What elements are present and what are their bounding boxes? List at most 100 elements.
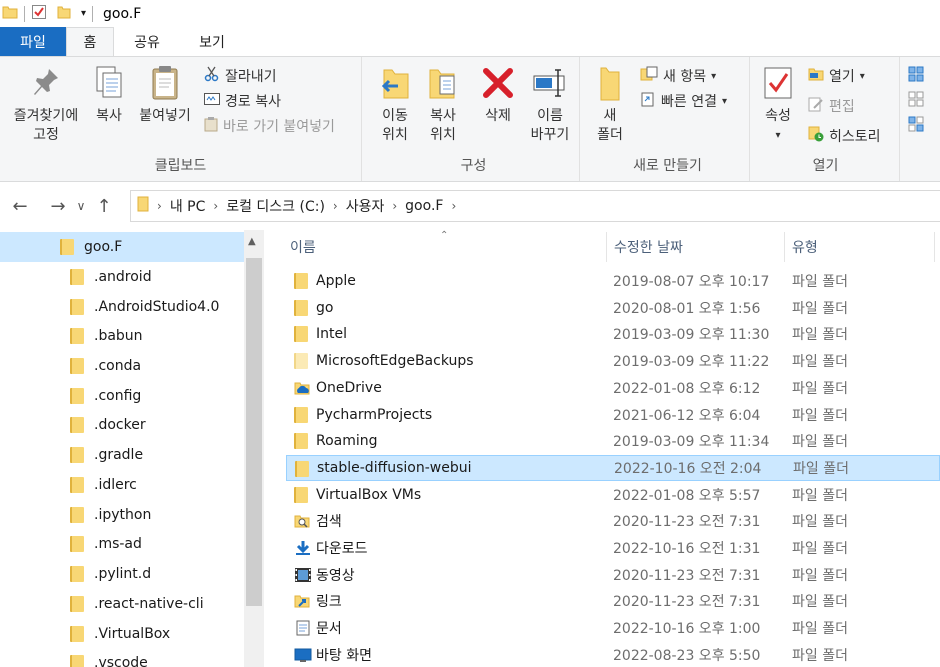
- properties-button[interactable]: 속성 ▾: [758, 63, 798, 145]
- tab-view[interactable]: 보기: [180, 27, 244, 56]
- table-row-selected[interactable]: stable-diffusion-webui 2022-10-16 오전 2:0…: [286, 455, 940, 481]
- copy-label: 복사: [96, 108, 122, 124]
- nav-item-ipython[interactable]: .ipython: [0, 500, 244, 530]
- forward-arrow-icon[interactable]: →: [44, 196, 72, 217]
- copy-path-button[interactable]: 경로 복사: [204, 90, 281, 112]
- copy-to-button[interactable]: 복사 위치: [420, 63, 466, 145]
- table-row[interactable]: VirtualBox VMs 2022-01-08 오후 5:57 파일 폴더: [286, 482, 940, 508]
- new-folder-icon[interactable]: [57, 4, 71, 24]
- customize-quick-access-icon[interactable]: ▾: [81, 8, 86, 19]
- breadcrumb-separator-icon[interactable]: ›: [213, 199, 218, 213]
- properties-check-icon[interactable]: [31, 4, 47, 24]
- table-row[interactable]: PycharmProjects 2021-06-12 오후 6:04 파일 폴더: [286, 402, 940, 428]
- column-divider[interactable]: [606, 232, 607, 262]
- copy-button[interactable]: 복사: [88, 63, 130, 126]
- nav-item-gradle[interactable]: .gradle: [0, 440, 244, 470]
- history-button[interactable]: 히스토리: [808, 125, 881, 147]
- select-all-button[interactable]: [908, 65, 924, 87]
- nav-item-react-native-cli[interactable]: .react-native-cli: [0, 589, 244, 619]
- table-row[interactable]: 링크 2020-11-23 오전 7:31 파일 폴더: [286, 588, 940, 614]
- folder-icon: [70, 536, 84, 552]
- breadcrumb-separator-icon[interactable]: ›: [451, 199, 456, 213]
- new-item-button[interactable]: 새 항목 ▾: [640, 65, 716, 87]
- breadcrumb-separator-icon[interactable]: ›: [333, 199, 338, 213]
- up-arrow-icon[interactable]: ↑: [90, 196, 118, 217]
- new-folder-large-icon: [592, 63, 628, 103]
- table-row[interactable]: MicrosoftEdgeBackups 2019-03-09 오후 11:22…: [286, 348, 940, 374]
- row-date: 2019-03-09 오후 11:34: [613, 434, 770, 450]
- table-row[interactable]: 다운로드 2022-10-16 오전 1:31 파일 폴더: [286, 535, 940, 561]
- copy-to-icon: [425, 63, 461, 103]
- open-button[interactable]: 열기 ▾: [808, 65, 865, 87]
- table-row[interactable]: 바탕 화면 2022-08-23 오후 5:50 파일 폴더: [286, 642, 940, 667]
- nav-item-android[interactable]: .android: [0, 262, 244, 292]
- delete-button[interactable]: 삭제: [478, 63, 518, 126]
- edit-label: 편집: [829, 99, 855, 115]
- row-type: 파일 폴더: [792, 301, 848, 317]
- nav-item-pylint[interactable]: .pylint.d: [0, 559, 244, 589]
- nav-pane-scrollbar[interactable]: ▲: [244, 230, 264, 667]
- nav-item-idlerc[interactable]: .idlerc: [0, 470, 244, 500]
- column-header-type[interactable]: 유형: [792, 230, 932, 264]
- column-divider[interactable]: [934, 232, 935, 262]
- folder-icon[interactable]: [2, 4, 18, 24]
- edit-button[interactable]: 편집: [808, 95, 855, 117]
- nav-item-goo-f[interactable]: goo.F: [0, 232, 244, 262]
- nav-item-conda[interactable]: .conda: [0, 351, 244, 381]
- tab-share[interactable]: 공유: [114, 27, 180, 56]
- table-row[interactable]: 문서 2022-10-16 오후 1:00 파일 폴더: [286, 615, 940, 641]
- nav-item-babun[interactable]: .babun: [0, 321, 244, 351]
- nav-item-vscode[interactable]: .vscode: [0, 648, 244, 667]
- back-arrow-icon[interactable]: ←: [6, 196, 34, 217]
- tab-file[interactable]: 파일: [0, 27, 66, 56]
- paste-button[interactable]: 붙여넣기: [132, 63, 198, 126]
- table-row[interactable]: 동영상 2020-11-23 오전 7:31 파일 폴더: [286, 562, 940, 588]
- row-type: 파일 폴더: [792, 434, 848, 450]
- copy-path-icon: [204, 92, 220, 110]
- breadcrumb-current-folder[interactable]: goo.F: [405, 198, 443, 214]
- breadcrumb-separator-icon[interactable]: ›: [157, 199, 162, 213]
- cut-button[interactable]: 잘라내기: [204, 65, 277, 87]
- move-to-button[interactable]: 이동 위치: [372, 63, 418, 145]
- nav-item-config[interactable]: .config: [0, 381, 244, 411]
- rename-label-1: 이름: [537, 108, 563, 124]
- breadcrumb-this-pc[interactable]: 내 PC: [170, 196, 206, 216]
- scroll-up-arrow-icon[interactable]: ▲: [248, 236, 256, 247]
- paste-shortcut-button[interactable]: 바로 가기 붙여넣기: [204, 115, 335, 137]
- table-row[interactable]: 검색 2020-11-23 오전 7:31 파일 폴더: [286, 508, 940, 534]
- nav-item-label: .idlerc: [94, 477, 137, 493]
- link-folder-icon: [294, 593, 312, 613]
- table-row[interactable]: go 2020-08-01 오후 1:56 파일 폴더: [286, 295, 940, 321]
- nav-item-label: .AndroidStudio4.0: [94, 299, 220, 315]
- rename-button[interactable]: 이름 바꾸기: [524, 63, 576, 145]
- invert-selection-button[interactable]: [908, 115, 924, 137]
- table-row[interactable]: Intel 2019-03-09 오후 11:30 파일 폴더: [286, 321, 940, 347]
- breadcrumb-local-disk[interactable]: 로컬 디스크 (C:): [226, 196, 325, 216]
- nav-item-virtualbox[interactable]: .VirtualBox: [0, 619, 244, 649]
- folder-icon: [60, 239, 74, 255]
- table-row[interactable]: Apple 2019-08-07 오후 10:17 파일 폴더: [286, 268, 940, 294]
- pin-to-quick-access-button[interactable]: 즐겨찾기에 고정: [6, 63, 86, 145]
- nav-item-label: .ipython: [94, 507, 152, 523]
- easy-access-button[interactable]: 빠른 연결 ▾: [640, 90, 727, 112]
- table-row[interactable]: OneDrive 2022-01-08 오후 6:12 파일 폴더: [286, 375, 940, 401]
- nav-item-ms-ad[interactable]: .ms-ad: [0, 529, 244, 559]
- select-none-button[interactable]: [908, 90, 924, 112]
- nav-item-androidstudio[interactable]: .AndroidStudio4.0: [0, 292, 244, 322]
- row-date: 2020-08-01 오후 1:56: [613, 301, 761, 317]
- scrollbar-thumb[interactable]: [246, 258, 262, 606]
- column-divider[interactable]: [784, 232, 785, 262]
- column-header-name[interactable]: 이름: [290, 230, 604, 264]
- row-name: stable-diffusion-webui: [317, 460, 472, 476]
- new-folder-button[interactable]: 새 폴더: [590, 63, 630, 145]
- row-date: 2021-06-12 오후 6:04: [613, 408, 761, 424]
- table-row[interactable]: Roaming 2019-03-09 오후 11:34 파일 폴더: [286, 428, 940, 454]
- address-bar[interactable]: › 내 PC › 로컬 디스크 (C:) › 사용자 › goo.F ›: [130, 190, 940, 222]
- nav-item-docker[interactable]: .docker: [0, 410, 244, 440]
- column-header-date[interactable]: 수정한 날짜: [614, 230, 784, 264]
- tab-home[interactable]: 홈: [66, 27, 114, 56]
- breadcrumb-separator-icon[interactable]: ›: [392, 199, 397, 213]
- recent-locations-chevron-icon[interactable]: ∨: [72, 199, 90, 213]
- folder-icon: [70, 269, 84, 285]
- breadcrumb-users[interactable]: 사용자: [346, 196, 385, 216]
